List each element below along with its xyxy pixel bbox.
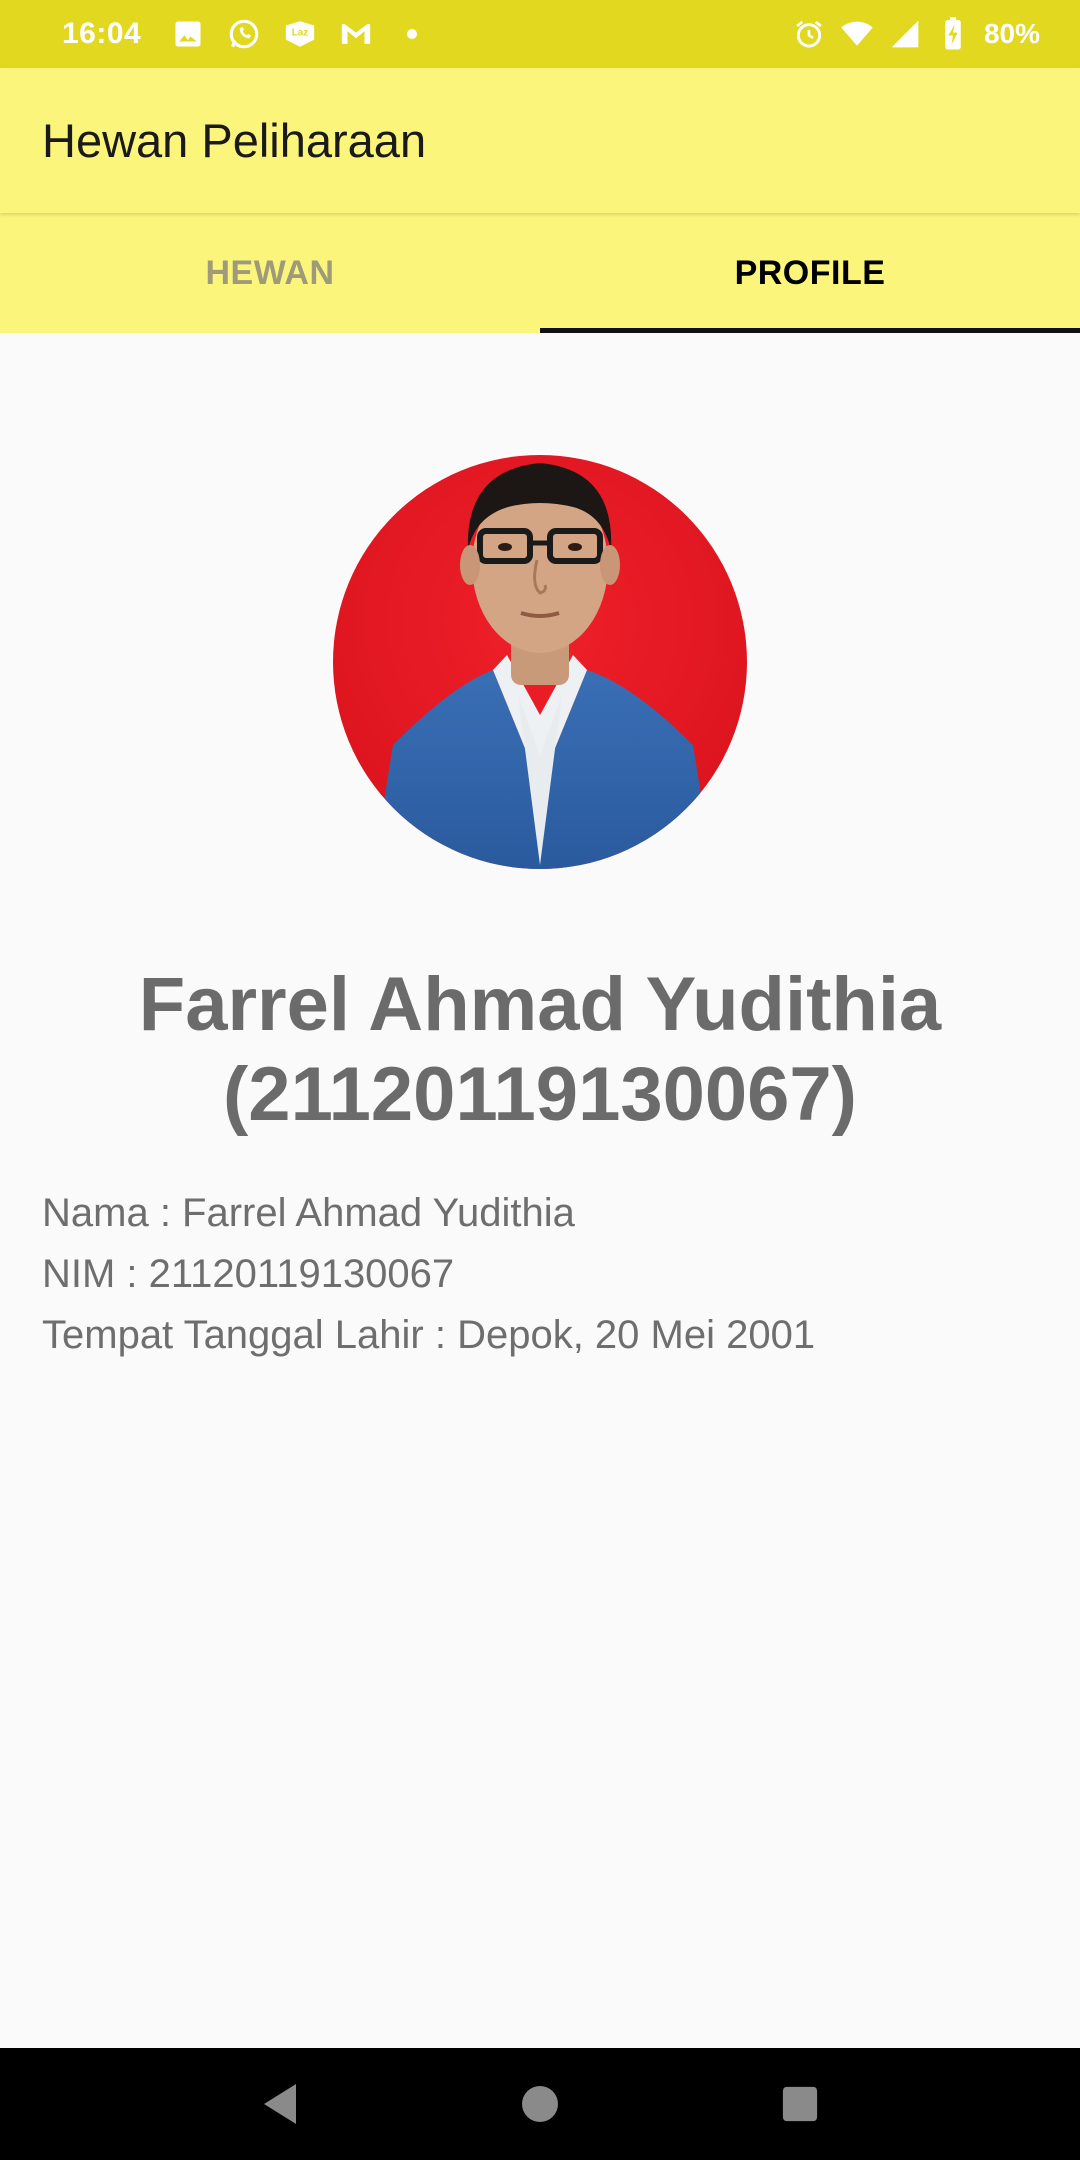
profile-info: Nama : Farrel Ahmad Yudithia NIM : 21120…: [42, 1183, 1042, 1366]
tab-hewan[interactable]: HEWAN: [0, 213, 540, 333]
status-bar: 16:04 Laz 80%: [0, 0, 1080, 68]
battery-charging-icon: [936, 17, 970, 51]
notification-icons: Laz: [171, 17, 429, 51]
wifi-icon: [840, 17, 874, 51]
tab-bar: HEWAN PROFILE: [0, 213, 1080, 333]
dot-icon: [395, 17, 429, 51]
gmail-icon: [339, 17, 373, 51]
battery-percent: 80%: [983, 18, 1040, 49]
tab-indicator: [540, 328, 1080, 333]
gallery-icon: [171, 17, 205, 51]
profile-photo: [333, 455, 747, 869]
whatsapp-icon: [227, 17, 261, 51]
app-bar: Hewan Peliharaan: [0, 68, 1080, 213]
tab-profile[interactable]: PROFILE: [540, 213, 1080, 333]
status-right: 80%: [792, 17, 1040, 51]
status-time: 16:04: [62, 17, 142, 50]
back-icon[interactable]: [250, 2074, 310, 2134]
profile-display-name: Farrel Ahmad Yudithia (21120119130067): [0, 960, 1080, 1140]
app-title: Hewan Peliharaan: [42, 114, 427, 167]
tab-label: PROFILE: [734, 253, 886, 292]
info-nim: NIM : 21120119130067: [42, 1252, 455, 1296]
screen: 16:04 Laz 80% Hewan Peliharaan HEWAN PRO…: [0, 0, 1080, 2160]
alarm-icon: [792, 17, 826, 51]
navigation-bar: [0, 2048, 1080, 2160]
cell-signal-icon: [888, 17, 922, 51]
info-ttl: Tempat Tanggal Lahir : Depok, 20 Mei 200…: [42, 1313, 816, 1357]
svg-text:Laz: Laz: [292, 27, 309, 38]
lazada-icon: Laz: [283, 17, 317, 51]
recents-icon[interactable]: [770, 2074, 830, 2134]
tab-label: HEWAN: [205, 253, 335, 292]
profile-name: Farrel Ahmad Yudithia: [138, 962, 942, 1047]
info-nama: Nama : Farrel Ahmad Yudithia: [42, 1191, 575, 1235]
profile-nim: (21120119130067): [223, 1052, 857, 1137]
home-icon[interactable]: [510, 2074, 570, 2134]
